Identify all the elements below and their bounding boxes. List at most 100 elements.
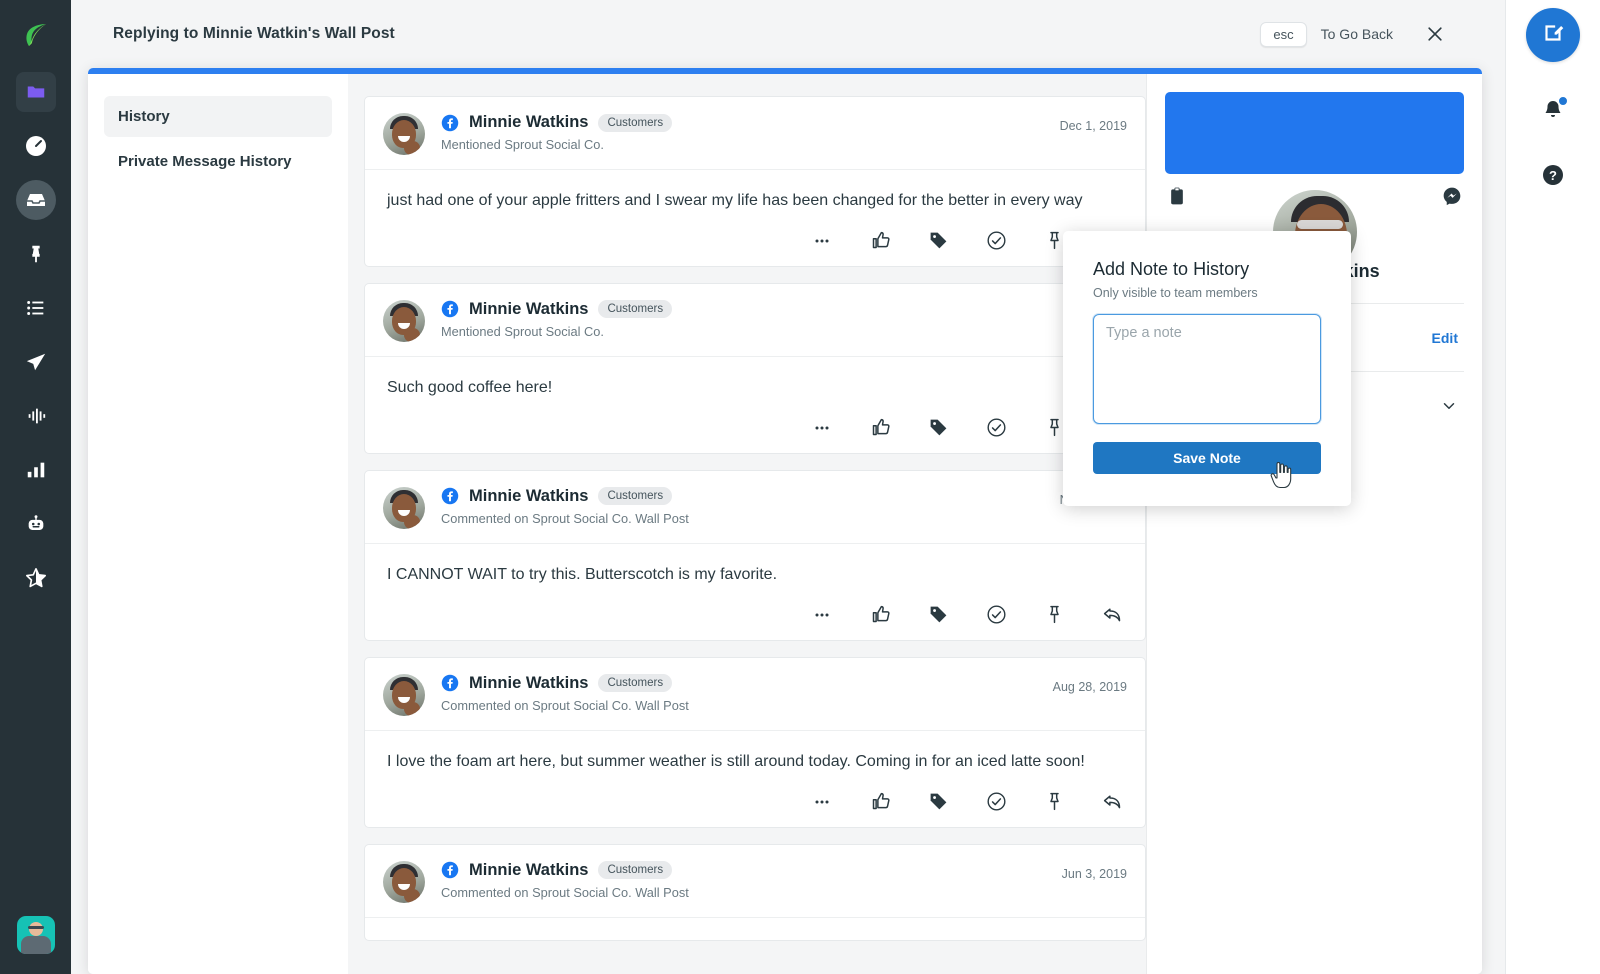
bot-icon	[25, 513, 47, 535]
message-name-line: Minnie Watkins Customers	[441, 861, 689, 880]
message-name-line: Minnie Watkins Customers	[441, 487, 689, 506]
sidebar-item-send[interactable]	[16, 342, 56, 382]
message-subtitle: Commented on Sprout Social Co. Wall Post	[441, 698, 689, 713]
tag-icon[interactable]	[927, 230, 949, 252]
message-body: just had one of your apple fritters and …	[365, 169, 1145, 218]
message-actions	[365, 218, 1145, 266]
message-header: Minnie Watkins Customers Commented on Sp…	[365, 471, 1145, 543]
message-header: Minnie Watkins Customers Commented on Sp…	[365, 658, 1145, 730]
notifications-button[interactable]	[1541, 96, 1568, 127]
avatar[interactable]	[16, 916, 55, 954]
message-name-line: Minnie Watkins Customers	[441, 113, 673, 132]
profile-cover-banner	[1165, 92, 1464, 174]
tag-icon[interactable]	[927, 604, 949, 626]
sprout-leaf-logo[interactable]	[17, 16, 55, 54]
sidebar-item-listening[interactable]	[16, 396, 56, 436]
message-author[interactable]: Minnie Watkins	[469, 861, 588, 880]
message-author[interactable]: Minnie Watkins	[469, 674, 588, 693]
folder-icon	[25, 81, 47, 103]
message-author[interactable]: Minnie Watkins	[469, 487, 588, 506]
message-subtitle: Mentioned Sprout Social Co.	[441, 137, 672, 152]
sidebar-item-history[interactable]: History	[104, 96, 332, 137]
left-nav-rail	[0, 0, 71, 974]
message-header: Minnie Watkins Customers Mentioned Sprou…	[365, 97, 1145, 169]
tag-icon[interactable]	[927, 791, 949, 813]
message-body: Such good coffee here!	[365, 355, 1145, 405]
pin-icon[interactable]	[1043, 230, 1065, 252]
note-input[interactable]	[1093, 314, 1321, 424]
sidebar-item-inbox[interactable]	[15, 180, 56, 220]
message-date: Dec 1, 2019	[1059, 119, 1127, 133]
message-actions	[365, 779, 1145, 827]
thumbs-up-icon[interactable]	[869, 604, 891, 626]
message-name-line: Minnie Watkins Customers	[441, 300, 673, 319]
help-button[interactable]: ?	[1541, 163, 1565, 192]
clipboard-icon[interactable]	[1167, 186, 1187, 211]
thumbs-up-icon[interactable]	[869, 230, 891, 252]
close-icon[interactable]	[1425, 24, 1445, 44]
message-card: Minnie Watkins Customers Commented on Sp…	[364, 469, 1146, 641]
pin-icon[interactable]	[1043, 791, 1065, 813]
message-feed[interactable]: Minnie Watkins Customers Mentioned Sprou…	[348, 74, 1146, 974]
thumbs-up-icon[interactable]	[869, 417, 891, 439]
message-author[interactable]: Minnie Watkins	[469, 113, 588, 132]
dashboard-icon	[24, 134, 48, 158]
sidebar-item-bots[interactable]	[16, 504, 56, 544]
add-note-title: Add Note to History	[1093, 259, 1250, 279]
message-meta: Minnie Watkins Customers Commented on Sp…	[441, 487, 689, 526]
message-action-text: Commented on	[441, 884, 529, 900]
reply-icon[interactable]	[1101, 791, 1123, 813]
sub-nav-label: Private Message History	[118, 153, 292, 170]
message-card: Minnie Watkins Customers Mentioned Sprou…	[364, 96, 1146, 267]
message-meta: Minnie Watkins Customers Mentioned Sprou…	[441, 113, 673, 152]
app-root: Replying to Minnie Watkin's Wall Post es…	[0, 0, 1600, 974]
compose-icon	[1540, 20, 1566, 51]
more-ellipsis-icon[interactable]	[811, 604, 833, 626]
save-note-button[interactable]: Save Note	[1093, 442, 1321, 474]
message-date: Aug 28, 2019	[1052, 679, 1127, 694]
history-modal: History Private Message History Minnie W…	[88, 68, 1482, 974]
more-ellipsis-icon[interactable]	[811, 417, 833, 439]
sidebar-item-dashboard[interactable]	[16, 126, 56, 166]
pin-icon[interactable]	[1043, 417, 1065, 439]
status-badge: Customers	[598, 861, 673, 880]
edit-button[interactable]: Edit	[1432, 330, 1458, 346]
facebook-icon	[441, 487, 459, 505]
modal-sub-nav: History Private Message History	[88, 74, 348, 974]
sidebar-item-tasks[interactable]	[16, 288, 56, 328]
check-circle-icon[interactable]	[985, 791, 1007, 813]
compose-button[interactable]	[1526, 8, 1580, 62]
check-circle-icon[interactable]	[985, 230, 1007, 252]
sidebar-item-reports[interactable]	[16, 450, 56, 490]
more-ellipsis-icon[interactable]	[811, 230, 833, 252]
tag-icon[interactable]	[927, 417, 949, 439]
top-header-bar: Replying to Minnie Watkin's Wall Post es…	[71, 0, 1505, 68]
chevron-down-icon[interactable]	[1440, 397, 1458, 415]
sidebar-item-reviews[interactable]	[16, 558, 56, 598]
bar-chart-icon	[25, 459, 47, 481]
sidebar-item-private-message-history[interactable]: Private Message History	[104, 141, 332, 182]
check-circle-icon[interactable]	[985, 604, 1007, 626]
message-action-text: Mentioned	[441, 137, 501, 152]
list-icon	[25, 297, 47, 319]
status-badge: Customers	[598, 113, 673, 132]
facebook-icon	[441, 114, 459, 132]
pin-icon[interactable]	[1043, 604, 1065, 626]
profile-panel: Minnie Watkins View Profile Edit	[1146, 74, 1482, 974]
thumbs-up-icon[interactable]	[869, 791, 891, 813]
more-ellipsis-icon[interactable]	[811, 791, 833, 813]
message-meta: Minnie Watkins Customers Commented on Sp…	[441, 861, 689, 900]
messenger-icon[interactable]	[1442, 186, 1462, 211]
sub-nav-label: History	[118, 108, 170, 125]
message-target: Sprout Social Co. Wall Post	[532, 697, 689, 713]
check-circle-icon[interactable]	[985, 417, 1007, 439]
page-title: Replying to Minnie Watkin's Wall Post	[113, 25, 395, 42]
account-avatar-wrapper[interactable]	[16, 916, 55, 954]
help-circle-icon: ?	[1541, 163, 1565, 192]
message-author[interactable]: Minnie Watkins	[469, 300, 588, 319]
sidebar-item-folder[interactable]	[15, 72, 56, 112]
notification-badge	[1558, 96, 1568, 106]
sidebar-item-publishing[interactable]	[16, 234, 56, 274]
star-icon	[25, 567, 47, 589]
reply-icon[interactable]	[1101, 604, 1123, 626]
